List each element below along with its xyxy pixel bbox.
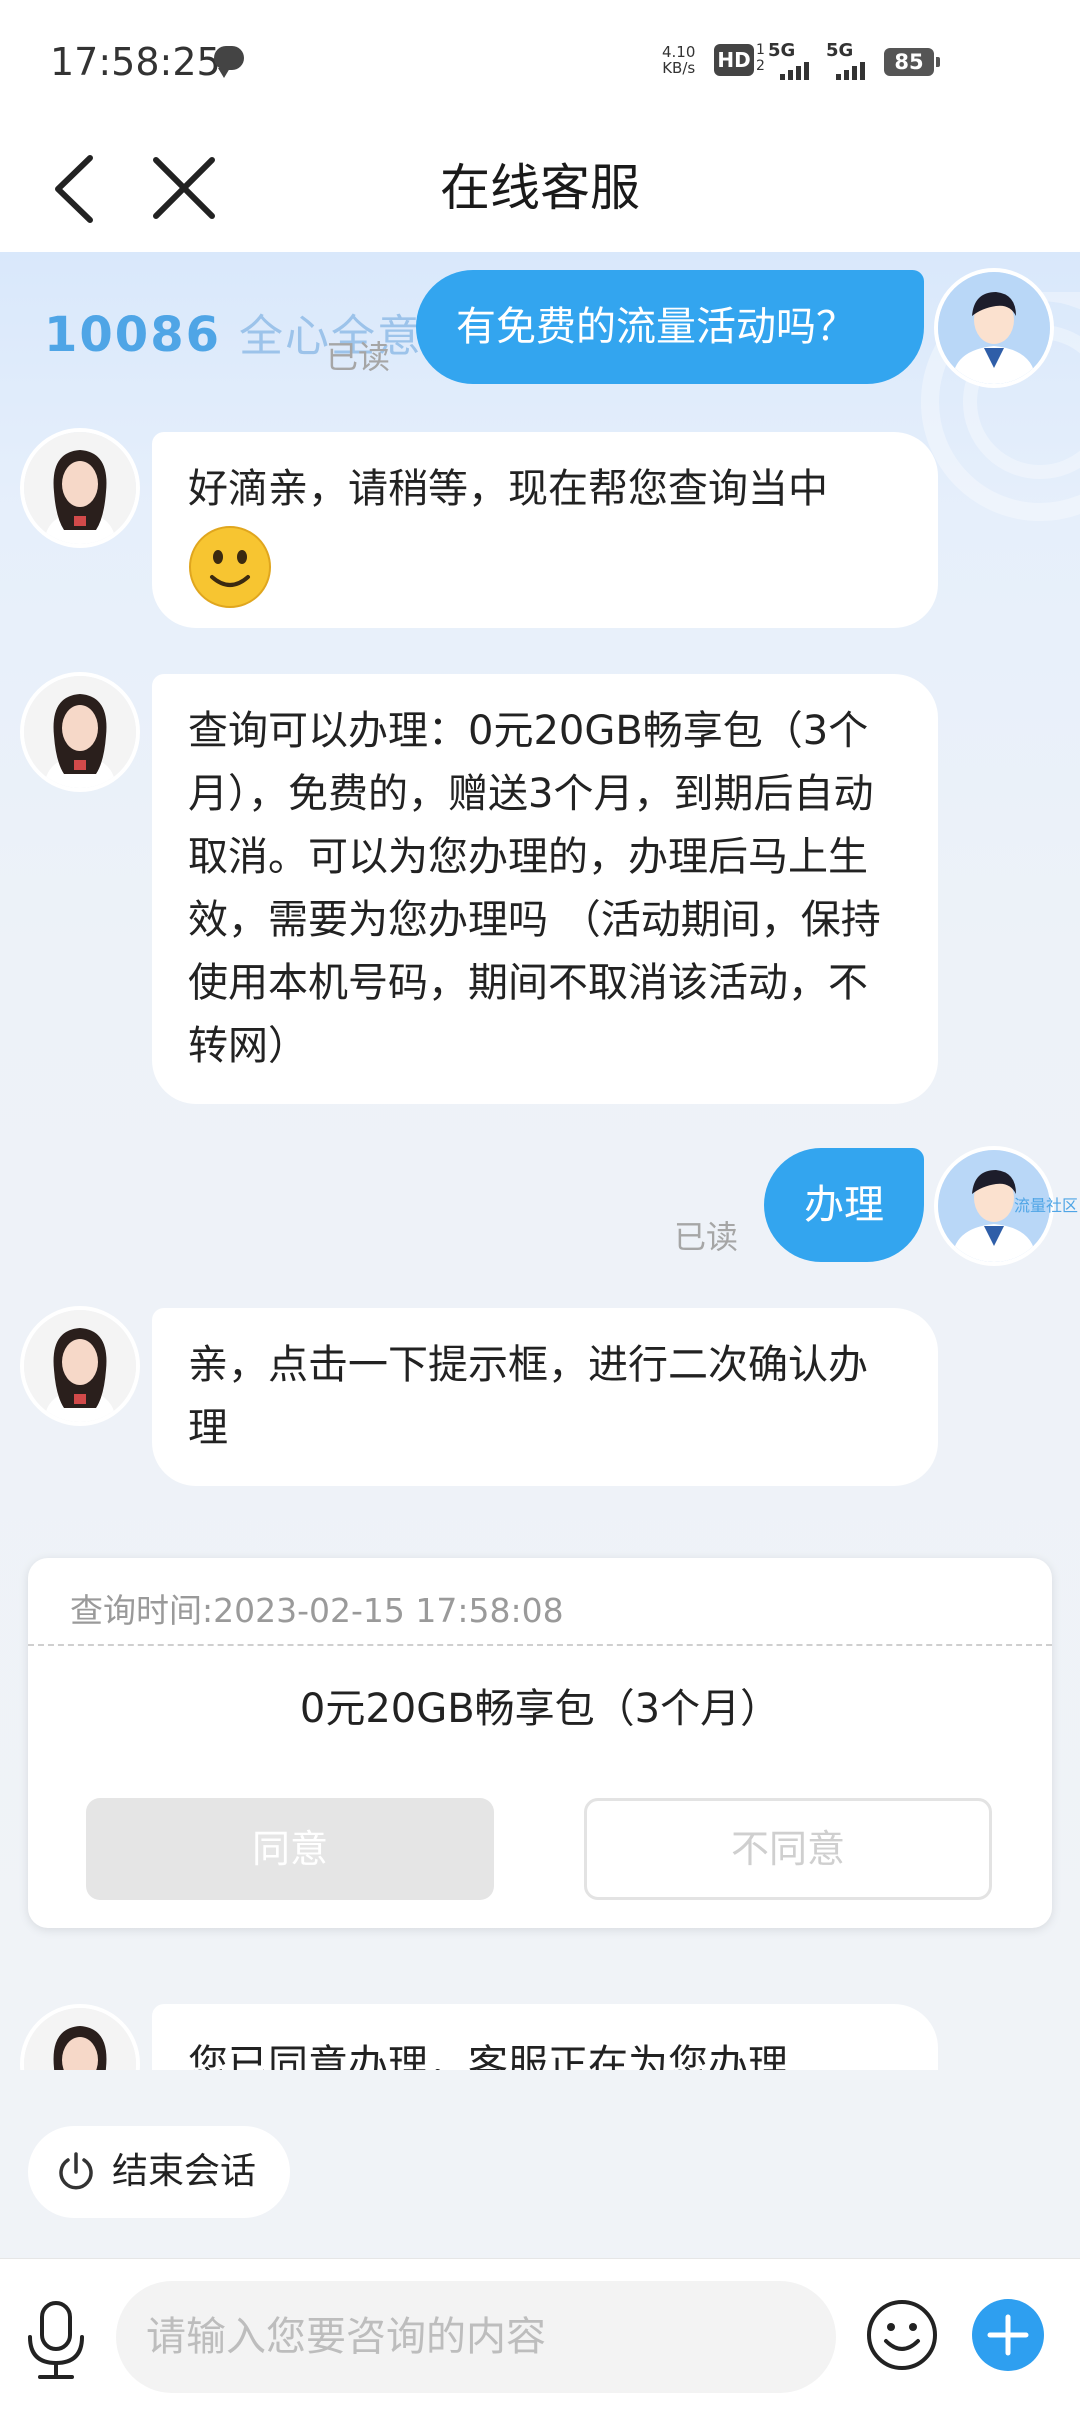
- agent-message-bubble: 亲，点击一下提示框，进行二次确认办理: [152, 1308, 938, 1486]
- agent-message-text: 您已同意办理，客服正在为您办理: [188, 2042, 788, 2070]
- network-speed-unit: KB/s: [662, 59, 696, 77]
- hd-icon: HD: [714, 44, 754, 76]
- agent-avatar-icon: [24, 676, 136, 788]
- query-time: 查询时间:2023-02-15 17:58:08: [70, 1591, 564, 1630]
- agree-button[interactable]: 同意: [86, 1798, 494, 1900]
- network-type-2: 5G: [826, 40, 854, 61]
- agent-message-bubble: 好滴亲，请稍等，现在帮您查询当中: [152, 432, 938, 628]
- brand-number: 10086: [44, 307, 221, 363]
- network-type-1: 5G: [768, 40, 796, 61]
- read-receipt: 已读: [326, 338, 391, 376]
- agent-avatar-icon: [24, 2008, 136, 2070]
- card-divider: [28, 1644, 1052, 1646]
- status-time: 17:58:25: [50, 40, 221, 84]
- user-avatar: [938, 272, 1050, 384]
- power-icon: [59, 2152, 93, 2190]
- agent-message-text: 查询可以办理：0元20GB畅享包（3个月），免费的，赠送3个月，到期后自动取消。…: [188, 708, 881, 1069]
- read-receipt: 已读: [674, 1218, 739, 1256]
- network-speed: 4.10 KB/s: [662, 44, 695, 76]
- agent-avatar: [24, 2008, 136, 2070]
- page-title: 在线客服: [440, 159, 640, 217]
- hd-sim-index: 1 2: [756, 42, 765, 74]
- agent-avatar: [24, 432, 136, 544]
- microphone-icon[interactable]: [22, 2299, 90, 2381]
- agent-avatar: [24, 676, 136, 788]
- header: 在线客服: [0, 124, 1080, 252]
- smiley-emoji-icon: [189, 526, 271, 608]
- agent-message-bubble: 您已同意办理，客服正在为您办理: [152, 2004, 938, 2070]
- status-bar: 17:58:25 4.10 KB/s HD 1 2 5G 5G 85: [0, 0, 1080, 124]
- message-notification-icon: [214, 46, 244, 78]
- agent-message-text: 亲，点击一下提示框，进行二次确认办理: [188, 1342, 868, 1451]
- end-session-label: 结束会话: [112, 2151, 257, 2192]
- user-message-bubble: 办理: [764, 1148, 924, 1262]
- agent-message-text: 好滴亲，请稍等，现在帮您查询当中: [188, 466, 828, 512]
- agent-avatar-icon: [24, 432, 136, 544]
- chat-area[interactable]: 10086 全心全意为您 已读 有免费的流量活动吗？ 好滴亲，请稍等，现在帮您查询…: [0, 252, 1080, 2070]
- battery-icon: 85: [884, 48, 940, 76]
- product-name: 0元20GB畅享包（3个月）: [299, 1686, 781, 1732]
- network-speed-value: 4.10: [662, 43, 696, 61]
- agent-message-bubble: 查询可以办理：0元20GB畅享包（3个月），免费的，赠送3个月，到期后自动取消。…: [152, 674, 938, 1104]
- user-avatar-icon: [938, 272, 1050, 384]
- emoji-icon[interactable]: [864, 2297, 940, 2373]
- hd-sub-1: 1: [756, 42, 765, 58]
- user-message-bubble: 有免费的流量活动吗？: [416, 270, 924, 384]
- agent-avatar-icon: [24, 1310, 136, 1422]
- agent-avatar: [24, 1310, 136, 1422]
- message-input[interactable]: [116, 2281, 836, 2393]
- disagree-button[interactable]: 不同意: [584, 1798, 992, 1900]
- confirm-card: 查询时间:2023-02-15 17:58:08 0元20GB畅享包（3个月） …: [28, 1558, 1052, 1928]
- input-bar: [0, 2258, 1080, 2409]
- hd-sub-2: 2: [756, 58, 765, 74]
- end-session-button[interactable]: 结束会话: [28, 2126, 290, 2218]
- side-community-label[interactable]: 流量社区: [1014, 1192, 1078, 1216]
- add-plus-icon[interactable]: [970, 2297, 1046, 2373]
